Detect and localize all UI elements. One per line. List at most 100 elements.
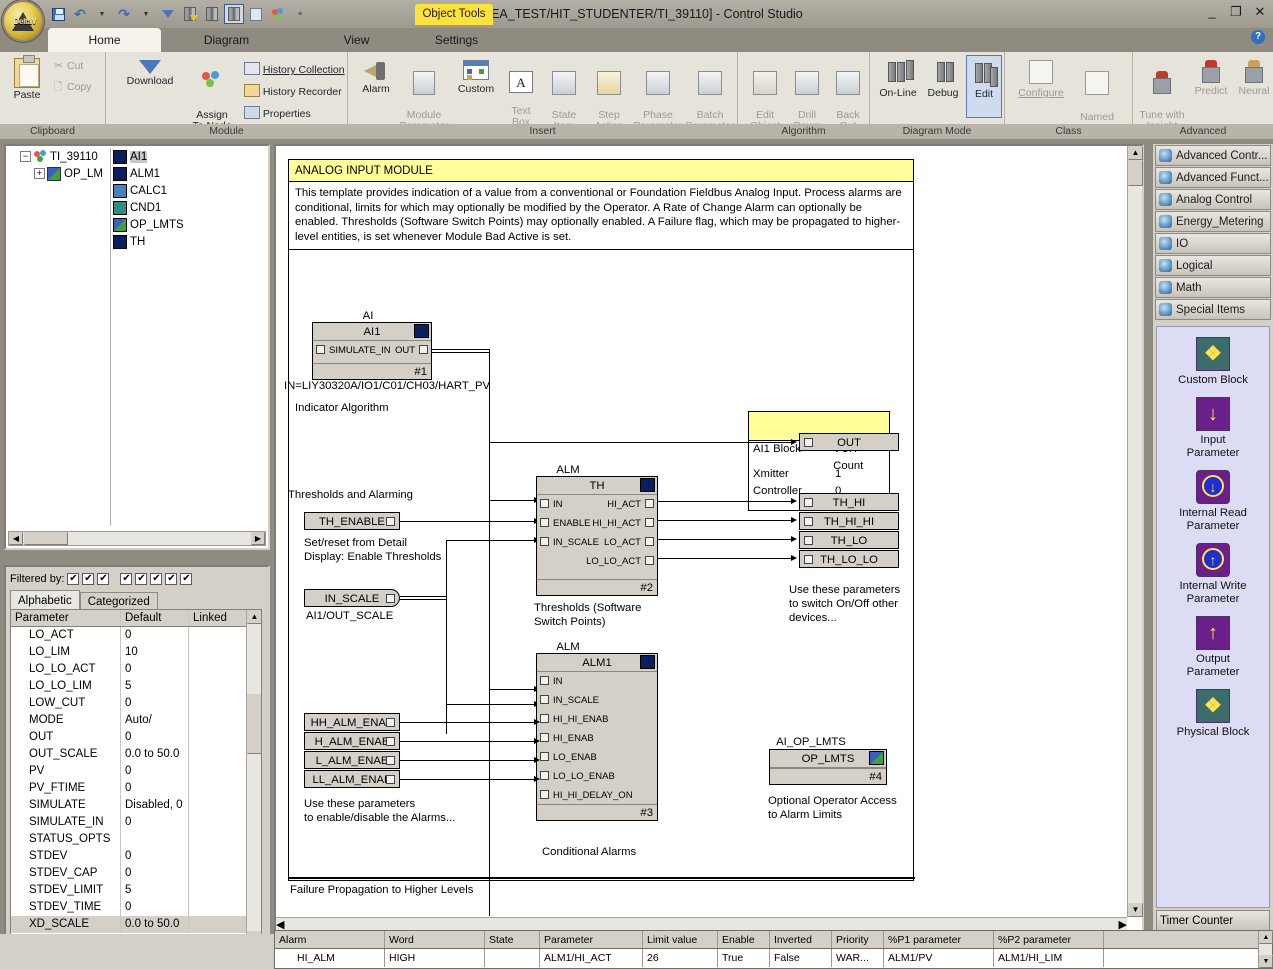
palette-item-4[interactable]: ↑ Output Parameter [1157,616,1269,679]
edit-icon[interactable] [224,4,244,24]
table-row[interactable]: XD_SCALE0.0 to 50.0 °C [11,916,261,933]
palette-category-0[interactable]: Advanced Contr... [1155,145,1271,166]
canvas-vertical-scrollbar[interactable]: ▲ ▼ [1127,146,1143,917]
properties-button[interactable]: Properties [244,106,311,120]
palette-item-5[interactable]: ❖ Physical Block [1157,689,1269,739]
tab-diagram[interactable]: Diagram [170,28,283,52]
diagram-canvas-panel[interactable]: ANALOG INPUT MODULE This template provid… [274,144,1144,934]
palette-item-1[interactable]: ↓ Input Parameter [1157,397,1269,460]
output-param-out[interactable]: OUT [799,433,899,451]
port-checkbox[interactable] [645,537,654,546]
table-row[interactable]: LOW_CUT 0 [11,695,261,712]
port-checkbox[interactable] [540,676,549,685]
table-row[interactable]: LO_ACT 0 [11,627,261,644]
input-param-h-alm-enab[interactable]: H_ALM_ENAB [304,732,400,750]
table-row[interactable]: LO_LO_ACT 0 [11,661,261,678]
redo-dropdown-icon[interactable]: ▼ [136,4,156,24]
parameter-vertical-scrollbar[interactable]: ▲ ▼ [246,610,261,945]
port-checkbox[interactable] [540,752,549,761]
redo-icon[interactable]: ↷ [114,4,134,24]
palette-category-6[interactable]: Math [1155,277,1271,298]
filter-checkbox-5[interactable]: ✔ [135,573,148,585]
palette-category-2[interactable]: Analog Control [1155,189,1271,210]
scroll-left-button[interactable]: ◀ [9,532,23,545]
input-param-ll-alm-enab[interactable]: LL_ALM_ENAB [304,770,400,788]
online-button[interactable]: On-Line [875,60,921,99]
scroll-thumb[interactable] [247,694,261,754]
port-checkbox[interactable] [804,498,813,507]
scroll-up-button[interactable]: ▲ [1259,931,1273,944]
list-item[interactable]: AI1 [111,148,266,165]
close-button[interactable]: ✕ [1253,4,1267,20]
table-row[interactable]: STDEV_LIMIT 5 [11,882,261,899]
download-button[interactable]: Download [118,60,182,87]
qat-more-icon[interactable]: ≡ [290,4,310,24]
palette-category-1[interactable]: Advanced Funct... [1155,167,1271,188]
tab-categorized[interactable]: Categorized [79,592,158,610]
oplmts-function-block[interactable]: OP_LMTS #4 [769,749,887,785]
tab-view[interactable]: View [300,28,413,52]
port-checkbox[interactable] [419,345,428,354]
port-checkbox[interactable] [540,499,549,508]
port-checkbox[interactable] [645,499,654,508]
contextual-tab-object-tools[interactable]: Object Tools [415,4,493,25]
debug-icon[interactable] [202,4,222,24]
output-param-th-hi[interactable]: TH_HI [799,493,899,511]
history-collection-button[interactable]: History Collection [244,62,345,76]
port-checkbox[interactable] [804,438,813,447]
table-row[interactable]: HI_ALM HIGH ALM1/HI_ACT 26 True False WA… [275,949,1272,967]
debug-button[interactable]: Debug [921,60,965,99]
table-row[interactable]: LO_LO_LIM 5 [11,678,261,695]
undo-icon[interactable]: ↶ [70,4,90,24]
port-checkbox[interactable] [386,517,395,526]
filter-checkbox-6[interactable]: ✔ [150,573,163,585]
tab-home[interactable]: Home [48,28,161,52]
table-row[interactable]: PV 0 [11,763,261,780]
alarm-vertical-scrollbar[interactable]: ▲ ▼ [1258,931,1273,968]
minimize-button[interactable]: _ [1205,4,1219,20]
port-checkbox[interactable] [804,517,813,526]
filter-checkbox-8[interactable]: ✔ [180,573,193,585]
table-row[interactable]: STDEV_CAP 0 [11,865,261,882]
table-row[interactable]: OUT 0 [11,729,261,746]
port-checkbox[interactable] [386,718,395,727]
table-row[interactable]: STDEV 0 [11,848,261,865]
table-row[interactable]: PV_FTIME 0 [11,780,261,797]
history-recorder-button[interactable]: History Recorder [244,84,342,98]
port-checkbox[interactable] [804,536,813,545]
list-item[interactable]: CND1 [111,199,266,216]
alm-function-block[interactable]: ALM1 IN IN_SCALE HI_HI_ENAB HI_ENAB LO_E… [536,653,658,821]
port-checkbox[interactable] [540,537,549,546]
port-checkbox[interactable] [316,345,325,354]
scroll-down-button[interactable]: ▼ [1128,903,1143,917]
palette-item-0[interactable]: ❖ Custom Block [1157,337,1269,387]
list-item[interactable]: CALC1 [111,182,266,199]
expander-icon[interactable]: − [20,151,31,162]
palette-category-4[interactable]: IO [1155,233,1271,254]
output-param-th-lo[interactable]: TH_LO [799,531,899,549]
input-param-hh-alm-enab[interactable]: HH_ALM_ENAB [304,713,400,731]
th-function-block[interactable]: TH IN HI_ACT ENABLE HI_HI_ACT IN_SCALE L… [536,476,658,596]
assign-node-icon[interactable] [268,4,288,24]
table-row[interactable]: STATUS_OPTS [11,831,261,848]
filter-checkbox-3[interactable]: ✔ [97,573,110,585]
expander-icon[interactable]: + [34,168,45,179]
port-checkbox[interactable] [386,775,395,784]
port-checkbox[interactable] [386,737,395,746]
scroll-up-button[interactable]: ▲ [1128,146,1143,160]
port-checkbox[interactable] [645,556,654,565]
undo-dropdown-icon[interactable]: ▼ [92,4,112,24]
port-checkbox[interactable] [540,518,549,527]
palette-item-3[interactable]: ↑ Internal Write Parameter [1157,543,1269,606]
save-icon[interactable] [48,4,68,24]
online-icon[interactable] [180,4,200,24]
scroll-down-button[interactable]: ▼ [1259,955,1273,968]
table-row[interactable]: MODE Auto/ [11,712,261,729]
scroll-thumb[interactable] [1128,160,1143,186]
paste-button[interactable]: Paste [6,55,48,101]
tree-horizontal-scrollbar[interactable]: ◀ ▶ [8,531,266,546]
ai-function-block[interactable]: AI1 SIMULATE_IN OUT #1 [312,322,432,380]
input-param-in-scale[interactable]: IN_SCALE [304,589,400,607]
input-param-th-enable[interactable]: TH_ENABLE [304,512,400,530]
download-icon[interactable] [158,4,178,24]
